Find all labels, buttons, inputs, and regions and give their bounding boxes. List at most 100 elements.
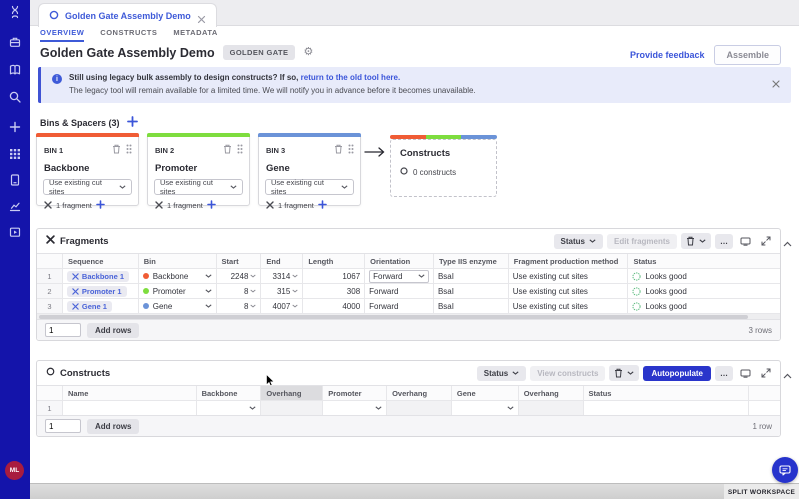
drag-handle-icon[interactable] <box>237 141 243 159</box>
tab-close-icon[interactable] <box>197 11 206 20</box>
bin-cell[interactable]: Gene <box>139 298 217 313</box>
orientation-cell[interactable]: Forward <box>365 283 434 298</box>
settings-gear-icon[interactable]: ⚙ <box>303 47 313 58</box>
col-method[interactable]: Fragment production method <box>509 254 629 268</box>
col-enzyme[interactable]: Type IIS enzyme <box>434 254 509 268</box>
add-fragment-plus-icon[interactable] <box>318 200 327 211</box>
sequence-cell[interactable]: Promoter 1 <box>63 283 139 298</box>
col-overhang-3[interactable]: Overhang <box>519 386 584 400</box>
constructs-panel: Constructs Status View constructs Autopo… <box>36 360 781 437</box>
tab-constructs[interactable]: CONSTRUCTS <box>100 28 157 42</box>
view-constructs-button[interactable]: View constructs <box>530 366 605 381</box>
bin3-cutsites-select[interactable]: Use existing cut sites <box>265 179 354 195</box>
benchling-logo-icon[interactable] <box>8 5 22 19</box>
tab-metadata[interactable]: METADATA <box>173 28 217 42</box>
insights-chart-icon[interactable] <box>8 199 22 213</box>
trash-icon[interactable] <box>223 141 232 159</box>
provide-feedback-link[interactable]: Provide feedback <box>630 50 705 60</box>
autopopulate-button[interactable]: Autopopulate <box>643 366 711 381</box>
col-bin[interactable]: Bin <box>139 254 217 268</box>
enzyme-cell[interactable]: BsaI <box>434 298 509 313</box>
enzyme-cell[interactable]: BsaI <box>434 283 509 298</box>
bin1-cutsites-select[interactable]: Use existing cut sites <box>43 179 132 195</box>
banner-close-icon[interactable] <box>772 75 780 83</box>
col-gene[interactable]: Gene <box>452 386 519 400</box>
media-video-icon[interactable] <box>8 225 22 239</box>
trash-icon[interactable] <box>112 141 121 159</box>
col-length[interactable]: Length <box>303 254 365 268</box>
end-cell[interactable]: 315 <box>261 283 303 298</box>
expand-panel-icon[interactable] <box>758 366 774 380</box>
sequence-chip[interactable]: Backbone 1 <box>67 271 129 282</box>
golden-gate-badge: GOLDEN GATE <box>223 45 296 60</box>
orientation-cell[interactable]: Forward <box>365 298 434 313</box>
projects-briefcase-icon[interactable] <box>8 35 22 49</box>
more-options-button[interactable]: … <box>715 366 733 381</box>
search-icon[interactable] <box>8 90 22 104</box>
delete-rows-button[interactable] <box>609 365 639 381</box>
constructs-status-button[interactable]: Status <box>477 366 526 381</box>
add-bin-plus-icon[interactable] <box>127 114 138 132</box>
col-overhang-2[interactable]: Overhang <box>387 386 452 400</box>
start-cell[interactable]: 2248 <box>217 268 262 283</box>
notebook-book-icon[interactable] <box>8 63 22 77</box>
bin-cell[interactable]: Promoter <box>139 283 217 298</box>
registry-file-icon[interactable] <box>8 173 22 187</box>
split-workspace-button[interactable]: SPLIT WORKSPACE <box>724 484 799 499</box>
create-plus-icon[interactable] <box>8 120 22 134</box>
method-cell[interactable]: Use existing cut sites <box>509 268 629 283</box>
col-name[interactable]: Name <box>63 386 197 400</box>
add-fragment-plus-icon[interactable] <box>207 200 216 211</box>
fragments-status-button[interactable]: Status <box>554 234 603 249</box>
name-cell[interactable] <box>63 400 197 415</box>
assemble-button[interactable]: Assemble <box>714 45 781 65</box>
trash-icon[interactable] <box>334 141 343 159</box>
end-cell[interactable]: 4007 <box>261 298 303 313</box>
orientation-cell[interactable]: Forward <box>365 268 434 283</box>
col-backbone[interactable]: Backbone <box>197 386 262 400</box>
start-cell[interactable]: 8 <box>217 283 262 298</box>
more-options-button[interactable]: … <box>715 234 733 249</box>
method-cell[interactable]: Use existing cut sites <box>509 298 629 313</box>
method-cell[interactable]: Use existing cut sites <box>509 283 629 298</box>
apps-grid-icon[interactable] <box>8 147 22 161</box>
sequence-cell[interactable]: Backbone 1 <box>63 268 139 283</box>
col-start[interactable]: Start <box>217 254 262 268</box>
end-cell[interactable]: 3314 <box>261 268 303 283</box>
drag-handle-icon[interactable] <box>126 141 132 159</box>
col-promoter[interactable]: Promoter <box>323 386 387 400</box>
sequence-chip[interactable]: Gene 1 <box>67 301 112 312</box>
edit-fragments-button[interactable]: Edit fragments <box>607 234 677 249</box>
delete-rows-button[interactable] <box>681 233 711 249</box>
collapse-fragments-chevron-icon[interactable] <box>783 234 793 244</box>
tab-overview[interactable]: OVERVIEW <box>40 28 84 42</box>
add-rows-count-input[interactable] <box>45 323 81 337</box>
add-rows-count-input[interactable] <box>45 419 81 433</box>
bin2-cutsites-select[interactable]: Use existing cut sites <box>154 179 243 195</box>
promoter-select-cell[interactable] <box>323 400 387 415</box>
return-old-tool-link[interactable]: return to the old tool here. <box>301 73 401 82</box>
col-sequence[interactable]: Sequence <box>63 254 139 268</box>
col-end[interactable]: End <box>261 254 303 268</box>
fullscreen-table-icon[interactable] <box>737 367 754 380</box>
expand-panel-icon[interactable] <box>758 234 774 248</box>
sequence-chip[interactable]: Promoter 1 <box>67 286 127 297</box>
gene-select-cell[interactable] <box>452 400 519 415</box>
tab-golden-gate-assembly[interactable]: Golden Gate Assembly Demo <box>38 3 217 27</box>
sequence-cell[interactable]: Gene 1 <box>63 298 139 313</box>
bin-cell[interactable]: Backbone <box>139 268 217 283</box>
col-status[interactable]: Status <box>628 254 780 268</box>
drag-handle-icon[interactable] <box>348 141 354 159</box>
collapse-constructs-chevron-icon[interactable] <box>783 366 793 376</box>
user-avatar[interactable]: ML <box>5 461 24 480</box>
add-rows-button[interactable]: Add rows <box>87 323 139 338</box>
enzyme-cell[interactable]: BsaI <box>434 268 509 283</box>
add-fragment-plus-icon[interactable] <box>96 200 105 211</box>
help-chat-button[interactable] <box>772 457 798 483</box>
col-status[interactable]: Status <box>584 386 750 400</box>
col-orientation[interactable]: Orientation <box>365 254 434 268</box>
add-rows-button[interactable]: Add rows <box>87 419 139 434</box>
fullscreen-table-icon[interactable] <box>737 235 754 248</box>
start-cell[interactable]: 8 <box>217 298 262 313</box>
backbone-select-cell[interactable] <box>197 400 262 415</box>
